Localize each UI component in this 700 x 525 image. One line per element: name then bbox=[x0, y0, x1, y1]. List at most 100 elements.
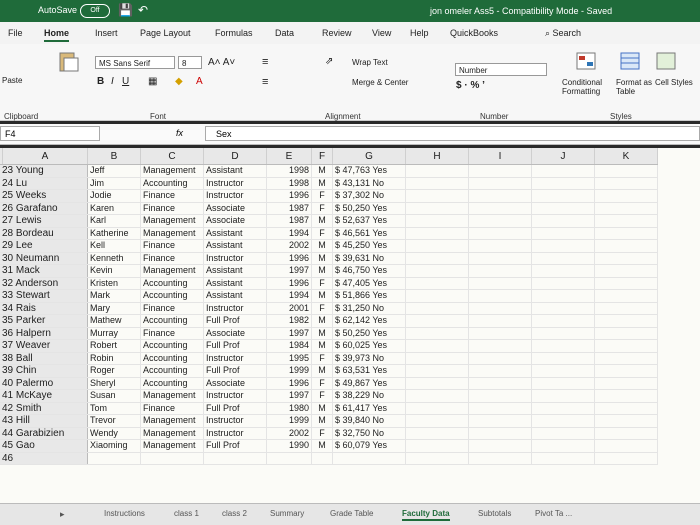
sex-cell[interactable]: F bbox=[311, 227, 333, 240]
empty-cell[interactable] bbox=[531, 177, 595, 190]
department-cell[interactable]: Finance bbox=[140, 402, 204, 415]
empty-cell[interactable] bbox=[405, 452, 469, 465]
department-cell[interactable]: Accounting bbox=[140, 177, 204, 190]
number-format-select[interactable]: Number bbox=[455, 63, 547, 76]
column-header-i[interactable]: I bbox=[468, 148, 532, 165]
sex-cell[interactable]: M bbox=[311, 327, 333, 340]
sex-cell[interactable]: F bbox=[311, 202, 333, 215]
empty-cell[interactable] bbox=[531, 364, 595, 378]
empty-cell[interactable] bbox=[594, 227, 658, 240]
rank-cell[interactable]: Full Prof bbox=[203, 314, 267, 328]
empty-cell[interactable] bbox=[468, 377, 532, 390]
rank-cell[interactable]: Assistant bbox=[203, 164, 267, 178]
row-name-cell[interactable]: 24 Lu bbox=[0, 177, 88, 190]
rank-cell[interactable]: Associate bbox=[203, 327, 267, 340]
salary-cell[interactable]: $ 50,250 Yes bbox=[332, 327, 406, 340]
salary-cell[interactable]: $ 63,531 Yes bbox=[332, 364, 406, 378]
sheet-tab-subtotals[interactable]: Subtotals bbox=[478, 509, 511, 518]
empty-cell[interactable] bbox=[531, 277, 595, 290]
row-name-cell[interactable]: 43 Hill bbox=[0, 414, 88, 428]
empty-cell[interactable] bbox=[594, 252, 658, 265]
autosave-toggle[interactable]: Off bbox=[80, 4, 110, 18]
salary-cell[interactable]: $ 46,561 Yes bbox=[332, 227, 406, 240]
empty-cell[interactable] bbox=[405, 264, 469, 278]
sex-cell[interactable]: M bbox=[311, 177, 333, 190]
empty-cell[interactable] bbox=[405, 227, 469, 240]
empty-cell[interactable] bbox=[468, 402, 532, 415]
sheet-tab-summary[interactable]: Summary bbox=[270, 509, 304, 518]
department-cell[interactable]: Finance bbox=[140, 327, 204, 340]
sex-cell[interactable]: M bbox=[311, 339, 333, 353]
year-cell[interactable]: 1994 bbox=[266, 289, 312, 303]
accounting-format-button[interactable]: $ · % ’ bbox=[456, 80, 485, 91]
tab-formulas[interactable]: Formulas bbox=[215, 28, 253, 38]
empty-cell[interactable] bbox=[405, 302, 469, 315]
rank-cell[interactable]: Associate bbox=[203, 214, 267, 228]
first-name-cell[interactable]: Robert bbox=[87, 339, 141, 353]
column-header-a[interactable]: A bbox=[2, 148, 88, 165]
year-cell[interactable]: 1987 bbox=[266, 214, 312, 228]
first-name-cell[interactable]: Katherine bbox=[87, 227, 141, 240]
rank-cell[interactable]: Assistant bbox=[203, 289, 267, 303]
empty-cell[interactable] bbox=[531, 402, 595, 415]
empty-cell[interactable] bbox=[468, 389, 532, 403]
empty-cell[interactable] bbox=[468, 164, 532, 178]
sex-cell[interactable]: F bbox=[311, 377, 333, 390]
salary-cell[interactable] bbox=[332, 452, 406, 465]
empty-cell[interactable] bbox=[594, 427, 658, 440]
rank-cell[interactable]: Associate bbox=[203, 377, 267, 390]
empty-cell[interactable] bbox=[405, 202, 469, 215]
font-size-select[interactable]: 8 bbox=[178, 56, 202, 69]
row-name-cell[interactable]: 28 Bordeau bbox=[0, 227, 88, 240]
salary-cell[interactable]: $ 61,417 Yes bbox=[332, 402, 406, 415]
sex-cell[interactable]: F bbox=[311, 389, 333, 403]
sheet-tab-faculty-data[interactable]: Faculty Data bbox=[402, 509, 450, 521]
empty-cell[interactable] bbox=[531, 427, 595, 440]
sex-cell[interactable]: M bbox=[311, 289, 333, 303]
empty-cell[interactable] bbox=[594, 289, 658, 303]
first-name-cell[interactable]: Kevin bbox=[87, 264, 141, 278]
rank-cell[interactable]: Instructor bbox=[203, 414, 267, 428]
empty-cell[interactable] bbox=[468, 302, 532, 315]
align-left-icon[interactable]: ≡ bbox=[262, 76, 268, 88]
wrap-text-button[interactable]: Wrap Text bbox=[352, 58, 388, 67]
first-name-cell[interactable]: Jodie bbox=[87, 189, 141, 203]
column-header-h[interactable]: H bbox=[405, 148, 469, 165]
empty-cell[interactable] bbox=[468, 327, 532, 340]
salary-cell[interactable]: $ 32,750 No bbox=[332, 427, 406, 440]
row-name-cell[interactable]: 32 Anderson bbox=[0, 277, 88, 290]
empty-cell[interactable] bbox=[531, 327, 595, 340]
empty-cell[interactable] bbox=[405, 352, 469, 365]
rank-cell[interactable]: Assistant bbox=[203, 239, 267, 253]
first-name-cell[interactable]: Susan bbox=[87, 389, 141, 403]
first-name-cell[interactable]: Sheryl bbox=[87, 377, 141, 390]
row-name-cell[interactable]: 35 Parker bbox=[0, 314, 88, 328]
first-name-cell[interactable]: Mary bbox=[87, 302, 141, 315]
year-cell[interactable]: 1996 bbox=[266, 189, 312, 203]
formula-input[interactable]: Sex bbox=[205, 126, 700, 141]
department-cell[interactable]: Finance bbox=[140, 202, 204, 215]
tab-review[interactable]: Review bbox=[322, 28, 352, 38]
empty-cell[interactable] bbox=[594, 189, 658, 203]
row-name-cell[interactable]: 29 Lee bbox=[0, 239, 88, 253]
sex-cell[interactable]: F bbox=[311, 427, 333, 440]
tab-file[interactable]: File bbox=[8, 28, 23, 38]
sheet-tab-grade-table[interactable]: Grade Table bbox=[330, 509, 373, 518]
sex-cell[interactable] bbox=[311, 452, 333, 465]
department-cell[interactable]: Finance bbox=[140, 252, 204, 265]
salary-cell[interactable]: $ 45,250 Yes bbox=[332, 239, 406, 253]
row-name-cell[interactable]: 30 Neumann bbox=[0, 252, 88, 265]
name-box[interactable]: F4 bbox=[0, 126, 100, 141]
salary-cell[interactable]: $ 43,131 No bbox=[332, 177, 406, 190]
empty-cell[interactable] bbox=[531, 227, 595, 240]
department-cell[interactable]: Accounting bbox=[140, 352, 204, 365]
tab-insert[interactable]: Insert bbox=[95, 28, 118, 38]
rank-cell[interactable]: Instructor bbox=[203, 302, 267, 315]
row-name-cell[interactable]: 42 Smith bbox=[0, 402, 88, 415]
first-name-cell[interactable]: Tom bbox=[87, 402, 141, 415]
empty-cell[interactable] bbox=[594, 352, 658, 365]
empty-cell[interactable] bbox=[594, 202, 658, 215]
first-name-cell[interactable]: Jeff bbox=[87, 164, 141, 178]
row-name-cell[interactable]: 34 Rais bbox=[0, 302, 88, 315]
empty-cell[interactable] bbox=[468, 289, 532, 303]
